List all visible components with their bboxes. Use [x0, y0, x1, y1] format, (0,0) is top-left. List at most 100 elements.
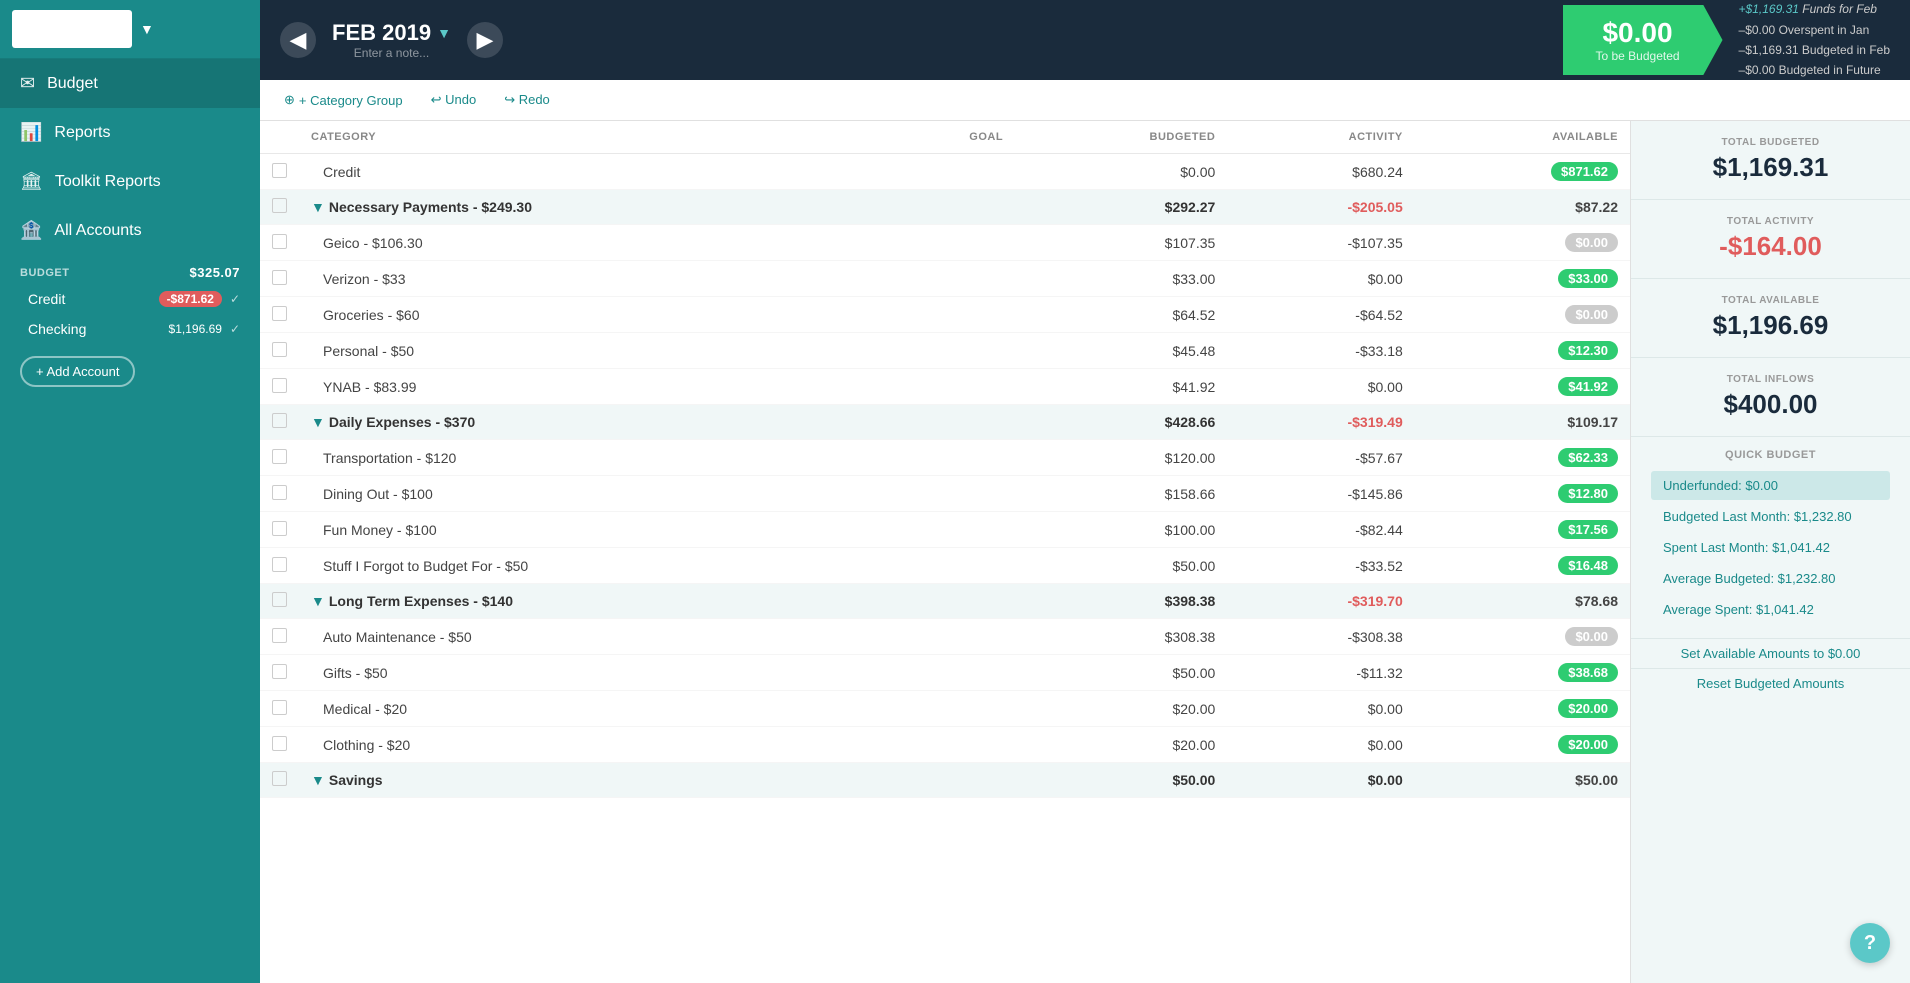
category-name: Clothing - $20	[299, 727, 878, 763]
category-available: $33.00	[1415, 261, 1630, 297]
row-checkbox[interactable]	[260, 584, 299, 619]
sidebar-item-toolkit-reports[interactable]: 🏛 Toolkit Reports	[0, 157, 260, 206]
category-row[interactable]: Geico - $106.30 $107.35 -$107.35 $0.00	[260, 225, 1630, 261]
category-group-row[interactable]: ▼Long Term Expenses - $140 $398.38 -$319…	[260, 584, 1630, 619]
row-checkbox[interactable]	[260, 476, 299, 512]
category-budgeted[interactable]: $107.35	[1015, 225, 1227, 261]
sidebar-dropdown-icon[interactable]: ▼	[140, 21, 154, 37]
group-activity: -$205.05	[1227, 190, 1414, 225]
category-row[interactable]: Stuff I Forgot to Budget For - $50 $50.0…	[260, 548, 1630, 584]
category-budgeted[interactable]: $20.00	[1015, 691, 1227, 727]
group-available: $78.68	[1415, 584, 1630, 619]
sidebar-account-checking[interactable]: Checking $1,196.69 ✓	[0, 314, 260, 344]
month-label[interactable]: FEB 2019 ▼	[332, 20, 451, 46]
row-checkbox[interactable]	[260, 763, 299, 798]
quick-budget-label: QUICK BUDGET	[1651, 449, 1890, 461]
category-row[interactable]: Clothing - $20 $20.00 $0.00 $20.00	[260, 727, 1630, 763]
category-budgeted[interactable]: $100.00	[1015, 512, 1227, 548]
set-available-button[interactable]: Set Available Amounts to $0.00	[1631, 638, 1910, 668]
sidebar-logo[interactable]	[12, 10, 132, 48]
category-budgeted[interactable]: $41.92	[1015, 369, 1227, 405]
qb-average-budgeted[interactable]: Average Budgeted: $1,232.80	[1651, 564, 1890, 593]
redo-button[interactable]: ↪ Redo	[496, 88, 558, 112]
row-checkbox[interactable]	[260, 512, 299, 548]
reset-budgeted-button[interactable]: Reset Budgeted Amounts	[1631, 668, 1910, 698]
row-checkbox[interactable]	[260, 225, 299, 261]
category-budgeted[interactable]: $158.66	[1015, 476, 1227, 512]
row-checkbox[interactable]	[260, 727, 299, 763]
category-row[interactable]: YNAB - $83.99 $41.92 $0.00 $41.92	[260, 369, 1630, 405]
category-row[interactable]: Auto Maintenance - $50 $308.38 -$308.38 …	[260, 619, 1630, 655]
group-name: ▼Long Term Expenses - $140	[299, 584, 878, 619]
next-month-button[interactable]: ▶	[467, 22, 503, 58]
category-row[interactable]: Gifts - $50 $50.00 -$11.32 $38.68	[260, 655, 1630, 691]
category-goal	[878, 369, 1015, 405]
add-account-button[interactable]: + Add Account	[20, 356, 135, 387]
row-checkbox[interactable]	[260, 405, 299, 440]
row-checkbox[interactable]	[260, 190, 299, 225]
budget-table-container[interactable]: CATEGORY GOAL BUDGETED ACTIVITY AVAILABL…	[260, 121, 1630, 983]
category-activity: -$57.67	[1227, 440, 1414, 476]
available-badge: $17.56	[1558, 520, 1618, 539]
row-checkbox[interactable]	[260, 619, 299, 655]
category-row[interactable]: Verizon - $33 $33.00 $0.00 $33.00	[260, 261, 1630, 297]
sidebar-item-all-accounts[interactable]: 🏦 All Accounts	[0, 206, 260, 255]
category-name: Credit	[299, 154, 878, 190]
category-budgeted[interactable]: $45.48	[1015, 333, 1227, 369]
category-row[interactable]: Credit $0.00 $680.24 $871.62	[260, 154, 1630, 190]
add-category-group-button[interactable]: ⊕ + Category Group	[276, 88, 411, 112]
category-goal	[878, 727, 1015, 763]
sidebar-item-budget[interactable]: ✉ Budget	[0, 59, 260, 108]
row-checkbox[interactable]	[260, 548, 299, 584]
sidebar-account-credit[interactable]: Credit -$871.62 ✓	[0, 284, 260, 314]
category-row[interactable]: Medical - $20 $20.00 $0.00 $20.00	[260, 691, 1630, 727]
row-checkbox[interactable]	[260, 154, 299, 190]
available-badge: $20.00	[1558, 735, 1618, 754]
group-goal	[878, 405, 1015, 440]
category-budgeted[interactable]: $33.00	[1015, 261, 1227, 297]
qb-underfunded[interactable]: Underfunded: $0.00	[1651, 471, 1890, 500]
collapse-icon[interactable]: ▼	[311, 593, 325, 609]
row-checkbox[interactable]	[260, 440, 299, 476]
category-activity: $0.00	[1227, 727, 1414, 763]
category-row[interactable]: Personal - $50 $45.48 -$33.18 $12.30	[260, 333, 1630, 369]
category-budgeted[interactable]: $50.00	[1015, 548, 1227, 584]
category-row[interactable]: Fun Money - $100 $100.00 -$82.44 $17.56	[260, 512, 1630, 548]
collapse-icon[interactable]: ▼	[311, 199, 325, 215]
group-budgeted: $50.00	[1015, 763, 1227, 798]
row-checkbox[interactable]	[260, 261, 299, 297]
collapse-icon[interactable]: ▼	[311, 414, 325, 430]
qb-budgeted-last-month[interactable]: Budgeted Last Month: $1,232.80	[1651, 502, 1890, 531]
row-checkbox[interactable]	[260, 369, 299, 405]
total-available-value: $1,196.69	[1651, 310, 1890, 341]
account-name-credit: Credit	[28, 291, 65, 307]
qb-average-spent[interactable]: Average Spent: $1,041.42	[1651, 595, 1890, 624]
row-checkbox[interactable]	[260, 297, 299, 333]
category-group-row[interactable]: ▼Necessary Payments - $249.30 $292.27 -$…	[260, 190, 1630, 225]
sidebar-item-reports[interactable]: 📊 Reports	[0, 108, 260, 157]
category-group-row[interactable]: ▼Savings $50.00 $0.00 $50.00	[260, 763, 1630, 798]
category-row[interactable]: Transportation - $120 $120.00 -$57.67 $6…	[260, 440, 1630, 476]
category-budgeted[interactable]: $120.00	[1015, 440, 1227, 476]
month-note[interactable]: Enter a note...	[354, 46, 429, 60]
category-budgeted[interactable]: $0.00	[1015, 154, 1227, 190]
category-goal	[878, 476, 1015, 512]
undo-button[interactable]: ↩ Undo	[423, 88, 485, 112]
category-budgeted[interactable]: $50.00	[1015, 655, 1227, 691]
category-activity: $0.00	[1227, 369, 1414, 405]
row-checkbox[interactable]	[260, 333, 299, 369]
prev-month-button[interactable]: ◀	[280, 22, 316, 58]
help-button[interactable]: ?	[1850, 923, 1890, 963]
category-budgeted[interactable]: $64.52	[1015, 297, 1227, 333]
category-row[interactable]: Dining Out - $100 $158.66 -$145.86 $12.8…	[260, 476, 1630, 512]
category-row[interactable]: Groceries - $60 $64.52 -$64.52 $0.00	[260, 297, 1630, 333]
tbb-label: To be Budgeted	[1583, 49, 1693, 63]
category-budgeted[interactable]: $20.00	[1015, 727, 1227, 763]
qb-spent-last-month[interactable]: Spent Last Month: $1,041.42	[1651, 533, 1890, 562]
row-checkbox[interactable]	[260, 691, 299, 727]
category-budgeted[interactable]: $308.38	[1015, 619, 1227, 655]
category-group-row[interactable]: ▼Daily Expenses - $370 $428.66 -$319.49 …	[260, 405, 1630, 440]
credit-badge: -$871.62	[159, 291, 222, 307]
collapse-icon[interactable]: ▼	[311, 772, 325, 788]
row-checkbox[interactable]	[260, 655, 299, 691]
